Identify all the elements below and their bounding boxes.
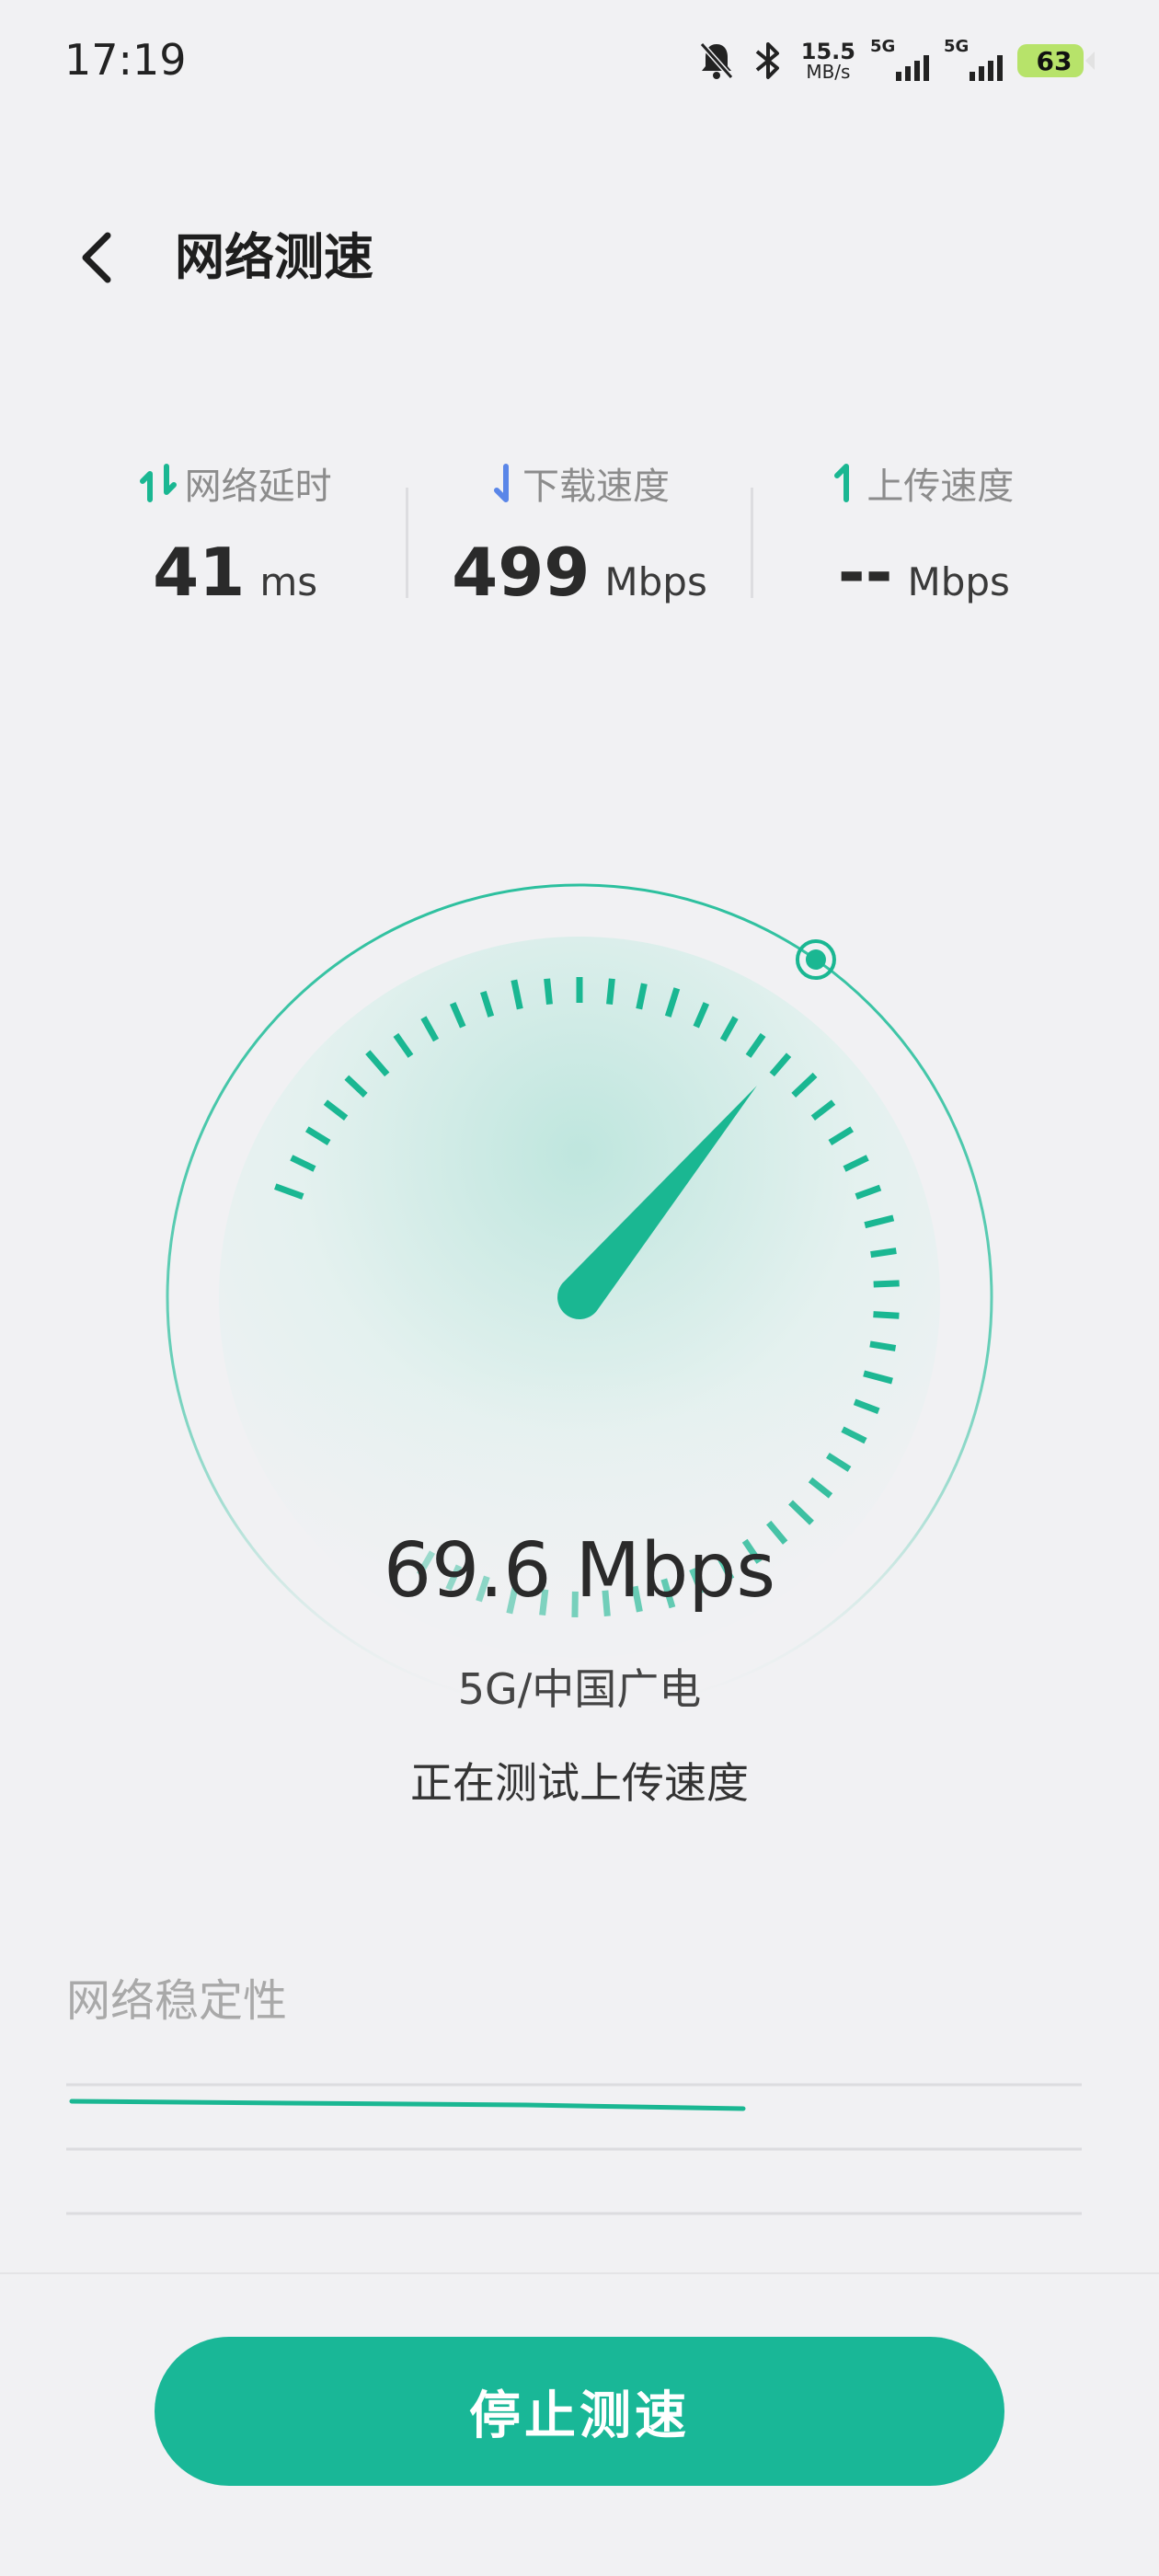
up-arrow-icon [834, 464, 850, 502]
sim2-network-tag: 5G [944, 37, 970, 56]
network-speed-unit: MB/s [806, 61, 851, 83]
network-carrier: 5G/中国广电 [457, 1664, 702, 1714]
app-header: 网络测速 [0, 207, 1159, 308]
upload-value: -- [837, 534, 893, 611]
bottom-divider [0, 2272, 1159, 2274]
up-down-arrows-icon [139, 464, 177, 502]
latency-label: 网络延时 [184, 466, 332, 508]
battery-level: 63 [1036, 45, 1073, 76]
test-status: 正在测试上传速度 [410, 1758, 749, 1808]
download-metric: 下载速度 499 Mbps [408, 451, 750, 635]
sim1-signal-icon: 5G [870, 35, 929, 86]
status-icons: 15.5 MB/s 5G 5G 63 [698, 35, 1095, 86]
sim1-network-tag: 5G [870, 37, 896, 56]
upload-label: 上传速度 [866, 466, 1015, 508]
gauge-tick [606, 978, 615, 1006]
network-speed: 15.5 MB/s [801, 40, 855, 81]
download-unit: Mbps [604, 559, 707, 604]
gauge-tick [869, 1340, 897, 1351]
latency-value: 41 [153, 534, 246, 611]
stability-title: 网络稳定性 [66, 1975, 288, 2027]
stop-test-button[interactable]: 停止测速 [155, 2337, 1004, 2486]
upload-unit: Mbps [907, 559, 1010, 604]
latency-unit: ms [259, 559, 318, 604]
status-bar: 17:19 15.5 MB/s 5G 5G 63 [0, 0, 1159, 120]
chevron-left-icon [82, 232, 111, 283]
gauge-progress-knob [795, 939, 836, 981]
down-arrow-icon [493, 464, 509, 502]
status-time: 17:19 [64, 35, 187, 85]
gauge-tick [870, 1248, 897, 1259]
download-label: 下载速度 [522, 466, 670, 508]
page-title: 网络测速 [175, 228, 373, 286]
network-speed-value: 15.5 [800, 39, 855, 64]
gauge-tick [873, 1280, 900, 1288]
bluetooth-icon [750, 40, 786, 81]
stability-chart [66, 2061, 1082, 2245]
latency-metric: 网络延时 41 ms [64, 451, 406, 635]
gauge-tick [544, 978, 553, 1006]
upload-metric: 上传速度 -- Mbps [753, 451, 1095, 635]
current-speed: 69.6 Mbps [383, 1527, 776, 1615]
speed-metrics: 网络延时 41 ms 下载速度 499 Mbps 上传速度 -- Mbps [64, 451, 1095, 635]
battery-icon: 63 [1017, 42, 1095, 79]
gauge-tick [873, 1311, 900, 1319]
download-value: 499 [452, 534, 591, 611]
back-button[interactable] [64, 225, 129, 290]
sim2-signal-icon: 5G [944, 35, 1003, 86]
stability-line [69, 2099, 746, 2111]
bell-off-icon [698, 40, 735, 81]
